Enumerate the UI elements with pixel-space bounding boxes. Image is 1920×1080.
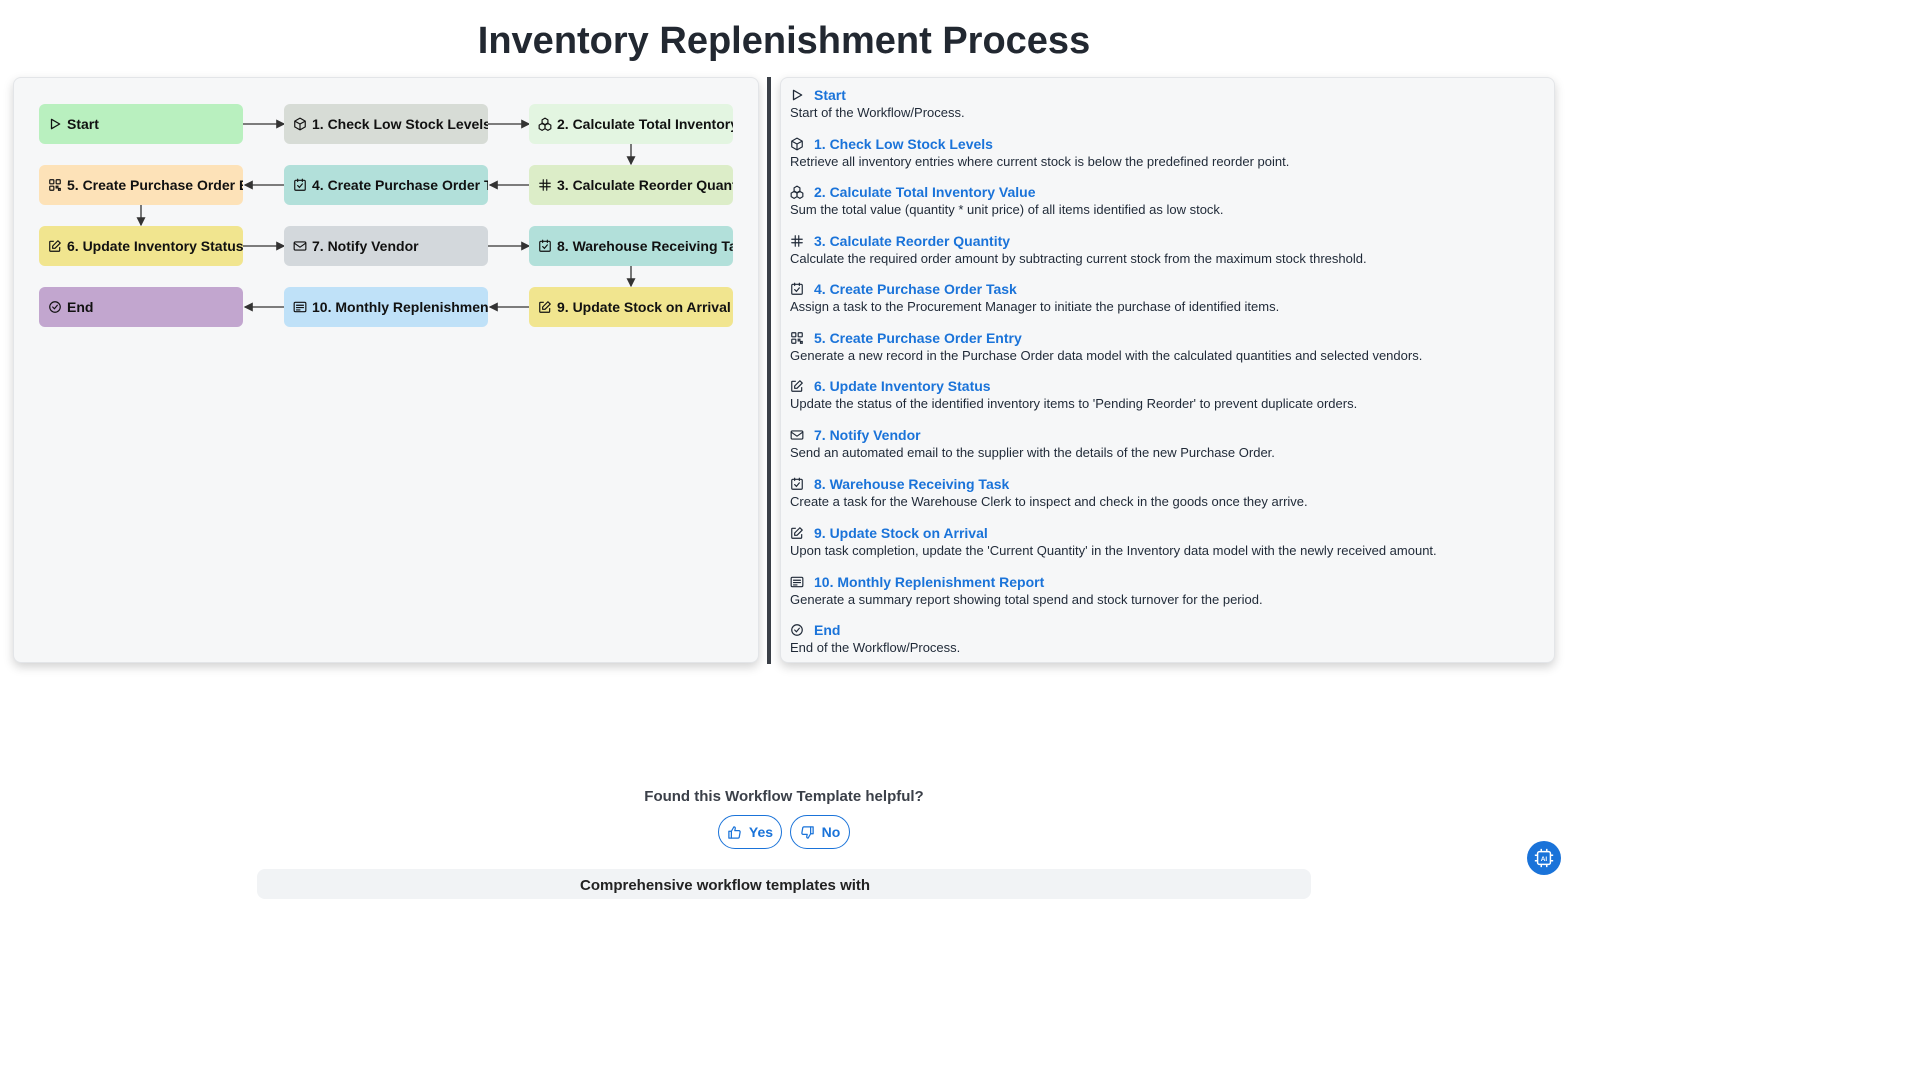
step-title[interactable]: 1. Check Low Stock Levels <box>814 136 993 152</box>
checkbox-icon <box>790 282 804 296</box>
bottom-section-heading: Comprehensive workflow templates with <box>580 877 871 894</box>
step-title[interactable]: 5. Create Purchase Order Entry <box>814 330 1022 346</box>
step-title[interactable]: 7. Notify Vendor <box>814 427 921 443</box>
step-description: End of the Workflow/Process. <box>790 640 961 655</box>
step-description: Generate a summary report showing total … <box>790 592 1263 607</box>
ai-chip-icon: AI <box>1534 848 1554 868</box>
hash-icon <box>538 178 552 192</box>
checkbox-icon <box>293 178 307 192</box>
feedback-yes-label: Yes <box>748 824 774 840</box>
step-description: Create a task for the Warehouse Clerk to… <box>790 494 1308 509</box>
check-circle-icon <box>790 623 804 637</box>
step-item: 4. Create Purchase Order Task Assign a t… <box>790 280 1550 314</box>
play-icon <box>790 88 804 102</box>
flow-node-create-po-entry[interactable]: 5. Create Purchase Order Entry <box>39 165 243 205</box>
mail-icon <box>293 239 307 253</box>
cube-icon <box>790 137 804 151</box>
report-icon <box>790 575 804 589</box>
cubes-icon <box>790 185 804 199</box>
flow-node-monthly-report[interactable]: 10. Monthly Replenishment Report <box>284 287 488 327</box>
step-description: Generate a new record in the Purchase Or… <box>790 348 1423 363</box>
step-description: Send an automated email to the supplier … <box>790 445 1275 460</box>
step-item: 1. Check Low Stock Levels Retrieve all i… <box>790 135 1550 169</box>
step-item: 8. Warehouse Receiving Task Create a tas… <box>790 475 1550 509</box>
step-item: 3. Calculate Reorder Quantity Calculate … <box>790 232 1550 266</box>
cube-icon <box>293 117 307 131</box>
cubes-icon <box>538 117 552 131</box>
step-item: End End of the Workflow/Process. <box>790 621 1550 655</box>
thumbs-down-icon <box>800 825 815 840</box>
step-item: 6. Update Inventory Status Update the st… <box>790 377 1550 411</box>
flow-node-start[interactable]: Start <box>39 104 243 144</box>
flow-node-update-inventory-status[interactable]: 6. Update Inventory Status <box>39 226 243 266</box>
step-item: Start Start of the Workflow/Process. <box>790 86 1550 120</box>
step-item: 2. Calculate Total Inventory Value Sum t… <box>790 183 1550 217</box>
flow-node-warehouse-receiving[interactable]: 8. Warehouse Receiving Task <box>529 226 733 266</box>
step-item: 5. Create Purchase Order Entry Generate … <box>790 329 1550 363</box>
step-description: Sum the total value (quantity * unit pri… <box>790 202 1224 217</box>
play-icon <box>48 117 62 131</box>
step-description: Retrieve all inventory entries where cur… <box>790 154 1290 169</box>
step-title[interactable]: 2. Calculate Total Inventory Value <box>814 184 1035 200</box>
thumbs-up-icon <box>727 825 742 840</box>
flow-node-update-stock-arrival[interactable]: 9. Update Stock on Arrival <box>529 287 733 327</box>
flow-diagram-panel: Start 1. Check Low Stock Levels 2. Calcu… <box>13 77 759 663</box>
edit-icon <box>538 300 552 314</box>
step-title[interactable]: Start <box>814 87 846 103</box>
step-title[interactable]: 8. Warehouse Receiving Task <box>814 476 1009 492</box>
hash-icon <box>790 234 804 248</box>
flow-node-calc-inventory-value[interactable]: 2. Calculate Total Inventory Value <box>529 104 733 144</box>
step-title[interactable]: 9. Update Stock on Arrival <box>814 525 988 541</box>
checkbox-icon <box>790 477 804 491</box>
flow-node-create-po-task[interactable]: 4. Create Purchase Order Task <box>284 165 488 205</box>
page-title: Inventory Replenishment Process <box>477 20 1091 62</box>
edit-icon <box>790 526 804 540</box>
flow-node-notify-vendor[interactable]: 7. Notify Vendor <box>284 226 488 266</box>
feedback-no-label: No <box>821 824 841 840</box>
grid-icon <box>48 178 62 192</box>
flow-node-calc-reorder-qty[interactable]: 3. Calculate Reorder Quantity <box>529 165 733 205</box>
step-title[interactable]: 6. Update Inventory Status <box>814 378 991 394</box>
step-description: Start of the Workflow/Process. <box>790 105 965 120</box>
edit-icon <box>790 379 804 393</box>
feedback-no-button[interactable]: No <box>790 815 850 849</box>
feedback-question: Found this Workflow Template helpful? <box>644 788 924 805</box>
step-item: 10. Monthly Replenishment Report Generat… <box>790 573 1550 607</box>
step-title[interactable]: 3. Calculate Reorder Quantity <box>814 233 1010 249</box>
step-description: Update the status of the identified inve… <box>790 396 1358 411</box>
flow-node-check-low-stock[interactable]: 1. Check Low Stock Levels <box>284 104 488 144</box>
mail-icon <box>790 428 804 442</box>
flow-node-end[interactable]: End <box>39 287 243 327</box>
step-item: 9. Update Stock on Arrival Upon task com… <box>790 524 1550 558</box>
edit-icon <box>48 239 62 253</box>
step-title[interactable]: End <box>814 622 840 638</box>
step-item: 7. Notify Vendor Send an automated email… <box>790 426 1550 460</box>
step-description: Calculate the required order amount by s… <box>790 251 1367 266</box>
feedback-yes-button[interactable]: Yes <box>718 815 782 849</box>
steps-panel: Start Start of the Workflow/Process. 1. … <box>780 77 1555 663</box>
checkbox-icon <box>538 239 552 253</box>
grid-icon <box>790 331 804 345</box>
report-icon <box>293 300 307 314</box>
step-title[interactable]: 4. Create Purchase Order Task <box>814 281 1017 297</box>
panel-resize-divider[interactable] <box>767 77 771 664</box>
step-title[interactable]: 10. Monthly Replenishment Report <box>814 574 1044 590</box>
step-description: Upon task completion, update the 'Curren… <box>790 543 1437 558</box>
step-description: Assign a task to the Procurement Manager… <box>790 299 1280 314</box>
ai-assistant-button[interactable]: AI <box>1527 841 1561 875</box>
check-circle-icon <box>48 300 62 314</box>
svg-text:AI: AI <box>1541 856 1548 863</box>
